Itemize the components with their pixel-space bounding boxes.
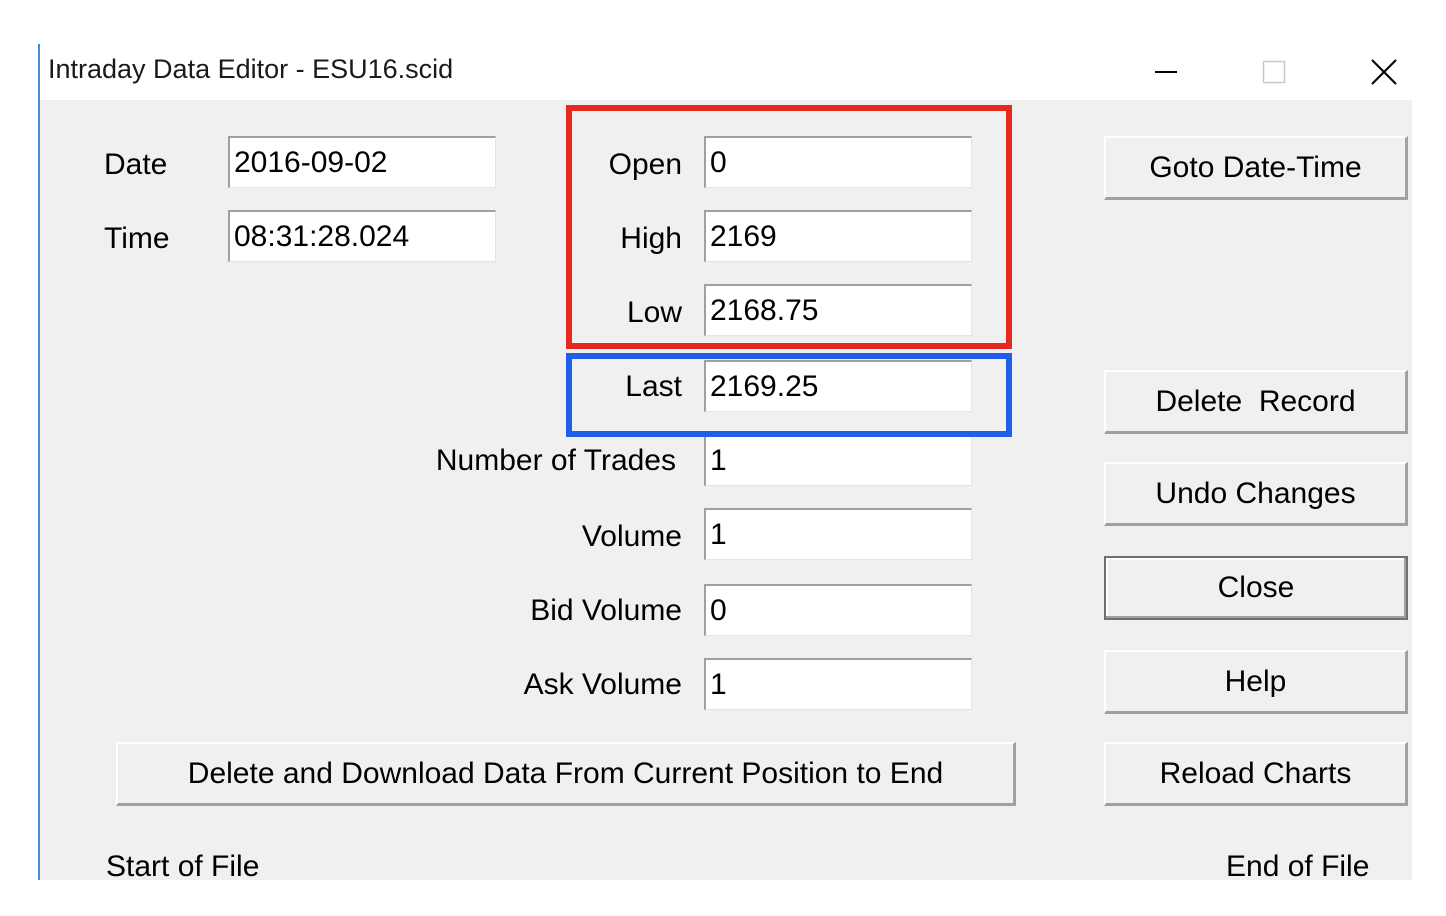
end-of-file-label[interactable]: End of File — [1226, 850, 1369, 884]
delete-record-button[interactable]: Delete Record — [1104, 370, 1408, 434]
reload-charts-button[interactable]: Reload Charts — [1104, 742, 1408, 806]
time-field[interactable] — [228, 210, 496, 262]
goto-date-time-button[interactable]: Goto Date-Time — [1104, 136, 1408, 200]
low-field[interactable] — [704, 284, 972, 336]
date-label: Date — [104, 148, 168, 181]
last-field[interactable] — [704, 360, 972, 412]
close-button[interactable]: Close — [1104, 556, 1408, 620]
undo-changes-button[interactable]: Undo Changes — [1104, 462, 1408, 526]
close-icon[interactable] — [1344, 44, 1424, 100]
help-button[interactable]: Help — [1104, 650, 1408, 714]
low-label: Low — [626, 296, 682, 329]
title-bar: Intraday Data Editor - ESU16.scid — [40, 44, 1412, 100]
volume-label: Volume — [581, 520, 682, 553]
maximize-icon — [1234, 44, 1314, 100]
bid-volume-label: Bid Volume — [530, 594, 682, 627]
high-label: High — [620, 222, 682, 255]
ask-volume-field[interactable] — [704, 658, 972, 710]
start-of-file-label[interactable]: Start of File — [106, 850, 259, 884]
delete-and-download-button[interactable]: Delete and Download Data From Current Po… — [116, 742, 1016, 806]
bid-volume-field[interactable] — [704, 584, 972, 636]
time-label: Time — [104, 222, 170, 255]
high-field[interactable] — [704, 210, 972, 262]
last-label: Last — [625, 370, 682, 403]
ask-volume-label: Ask Volume — [523, 668, 682, 701]
number-of-trades-label: Number of Trades — [435, 444, 676, 477]
open-field[interactable] — [704, 136, 972, 188]
minimize-icon[interactable] — [1126, 44, 1206, 100]
open-label: Open — [608, 148, 682, 181]
intraday-data-editor-window: Intraday Data Editor - ESU16.scid Date T… — [38, 44, 1412, 883]
volume-field[interactable] — [704, 508, 972, 560]
date-field[interactable] — [228, 136, 496, 188]
window-title: Intraday Data Editor - ESU16.scid — [48, 54, 454, 84]
number-of-trades-field[interactable] — [704, 434, 972, 486]
